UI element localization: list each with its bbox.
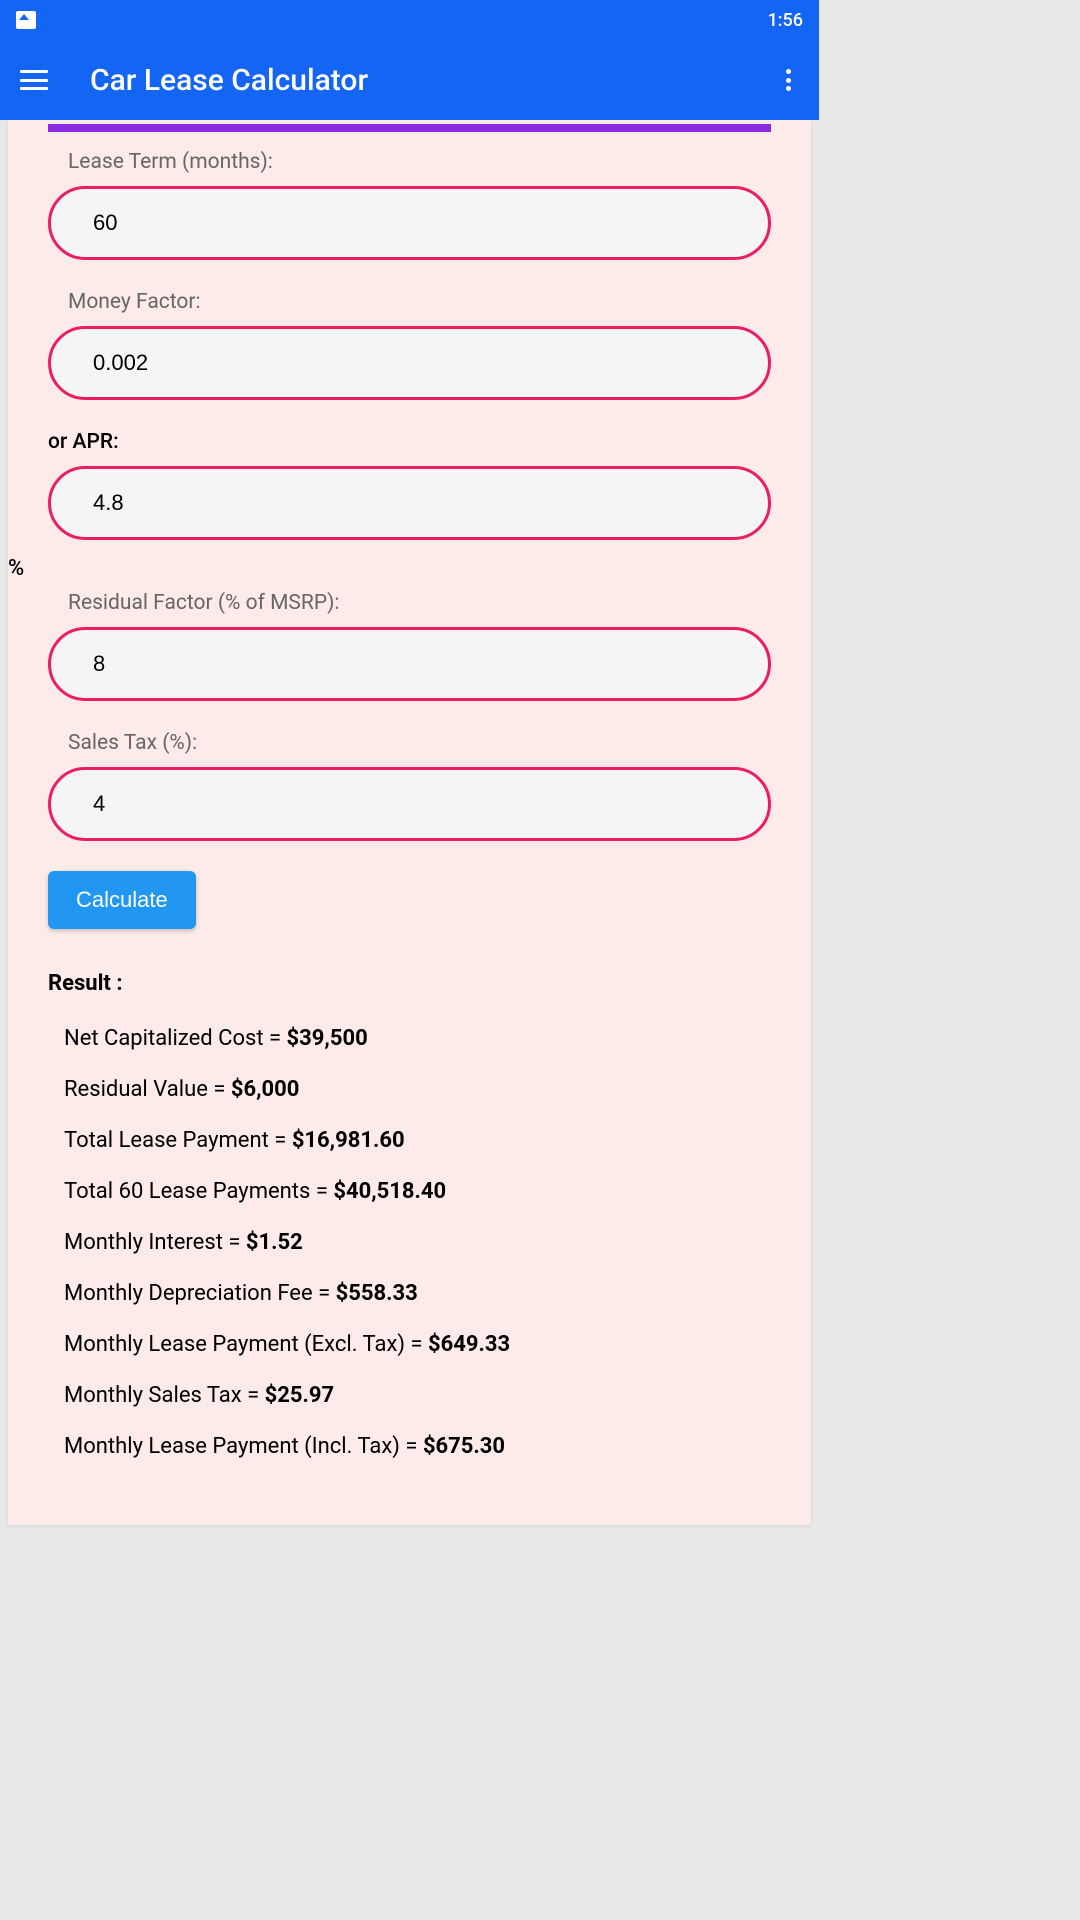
result-value: $675.30	[423, 1434, 505, 1459]
result-total-lease-payments: Total 60 Lease Payments = $40,518.40	[48, 1179, 771, 1204]
content-wrapper: Lease Term (months): Money Factor: or AP…	[0, 120, 819, 1525]
result-label: Total Lease Payment =	[64, 1128, 292, 1153]
percent-symbol: %	[8, 556, 811, 581]
money-factor-input[interactable]	[48, 326, 771, 400]
result-label: Monthly Lease Payment (Excl. Tax) =	[64, 1332, 428, 1357]
money-factor-label: Money Factor:	[48, 290, 771, 314]
result-value: $1.52	[246, 1230, 303, 1255]
residual-factor-group: Residual Factor (% of MSRP):	[8, 591, 811, 701]
app-title: Car Lease Calculator	[90, 63, 778, 98]
result-monthly-interest: Monthly Interest = $1.52	[48, 1230, 771, 1255]
result-label: Monthly Sales Tax =	[64, 1383, 265, 1408]
result-label: Monthly Interest =	[64, 1230, 246, 1255]
divider-bar	[48, 124, 771, 132]
result-monthly-payment-excl: Monthly Lease Payment (Excl. Tax) = $649…	[48, 1332, 771, 1357]
result-label: Monthly Depreciation Fee =	[64, 1281, 336, 1306]
result-value: $649.33	[428, 1332, 510, 1357]
result-label: Residual Value =	[64, 1077, 231, 1102]
status-left	[16, 11, 36, 29]
apr-input[interactable]	[48, 466, 771, 540]
result-heading: Result :	[48, 971, 771, 996]
result-label: Monthly Lease Payment (Incl. Tax) =	[64, 1434, 423, 1459]
result-value: $25.97	[265, 1383, 335, 1408]
residual-factor-label: Residual Factor (% of MSRP):	[48, 591, 771, 615]
apr-label: or APR:	[48, 430, 771, 454]
image-icon	[16, 11, 36, 29]
money-factor-group: Money Factor:	[8, 290, 811, 400]
apr-group: or APR:	[8, 430, 811, 540]
result-monthly-sales-tax: Monthly Sales Tax = $25.97	[48, 1383, 771, 1408]
content: Lease Term (months): Money Factor: or AP…	[8, 120, 811, 1525]
overflow-menu-icon[interactable]	[778, 69, 799, 91]
result-value: $6,000	[231, 1077, 300, 1102]
hamburger-menu-icon[interactable]	[20, 70, 48, 90]
sales-tax-group: Sales Tax (%):	[8, 731, 811, 841]
app-bar: Car Lease Calculator	[0, 40, 819, 120]
result-net-cap-cost: Net Capitalized Cost = $39,500	[48, 1026, 771, 1051]
result-monthly-payment-incl: Monthly Lease Payment (Incl. Tax) = $675…	[48, 1434, 771, 1459]
status-bar: 1:56	[0, 0, 819, 40]
calculate-button[interactable]: Calculate	[48, 871, 196, 929]
lease-term-group: Lease Term (months):	[8, 150, 811, 260]
result-label: Net Capitalized Cost =	[64, 1026, 287, 1051]
result-total-lease-payment: Total Lease Payment = $16,981.60	[48, 1128, 771, 1153]
lease-term-label: Lease Term (months):	[48, 150, 771, 174]
result-value: $39,500	[287, 1026, 368, 1051]
sales-tax-input[interactable]	[48, 767, 771, 841]
sales-tax-label: Sales Tax (%):	[48, 731, 771, 755]
result-value: $40,518.40	[333, 1179, 446, 1204]
result-monthly-depreciation: Monthly Depreciation Fee = $558.33	[48, 1281, 771, 1306]
result-value: $558.33	[336, 1281, 418, 1306]
status-time: 1:56	[768, 10, 803, 31]
residual-factor-input[interactable]	[48, 627, 771, 701]
lease-term-input[interactable]	[48, 186, 771, 260]
result-section: Result : Net Capitalized Cost = $39,500 …	[8, 971, 811, 1459]
result-label: Total 60 Lease Payments =	[64, 1179, 333, 1204]
result-value: $16,981.60	[292, 1128, 405, 1153]
result-residual-value: Residual Value = $6,000	[48, 1077, 771, 1102]
